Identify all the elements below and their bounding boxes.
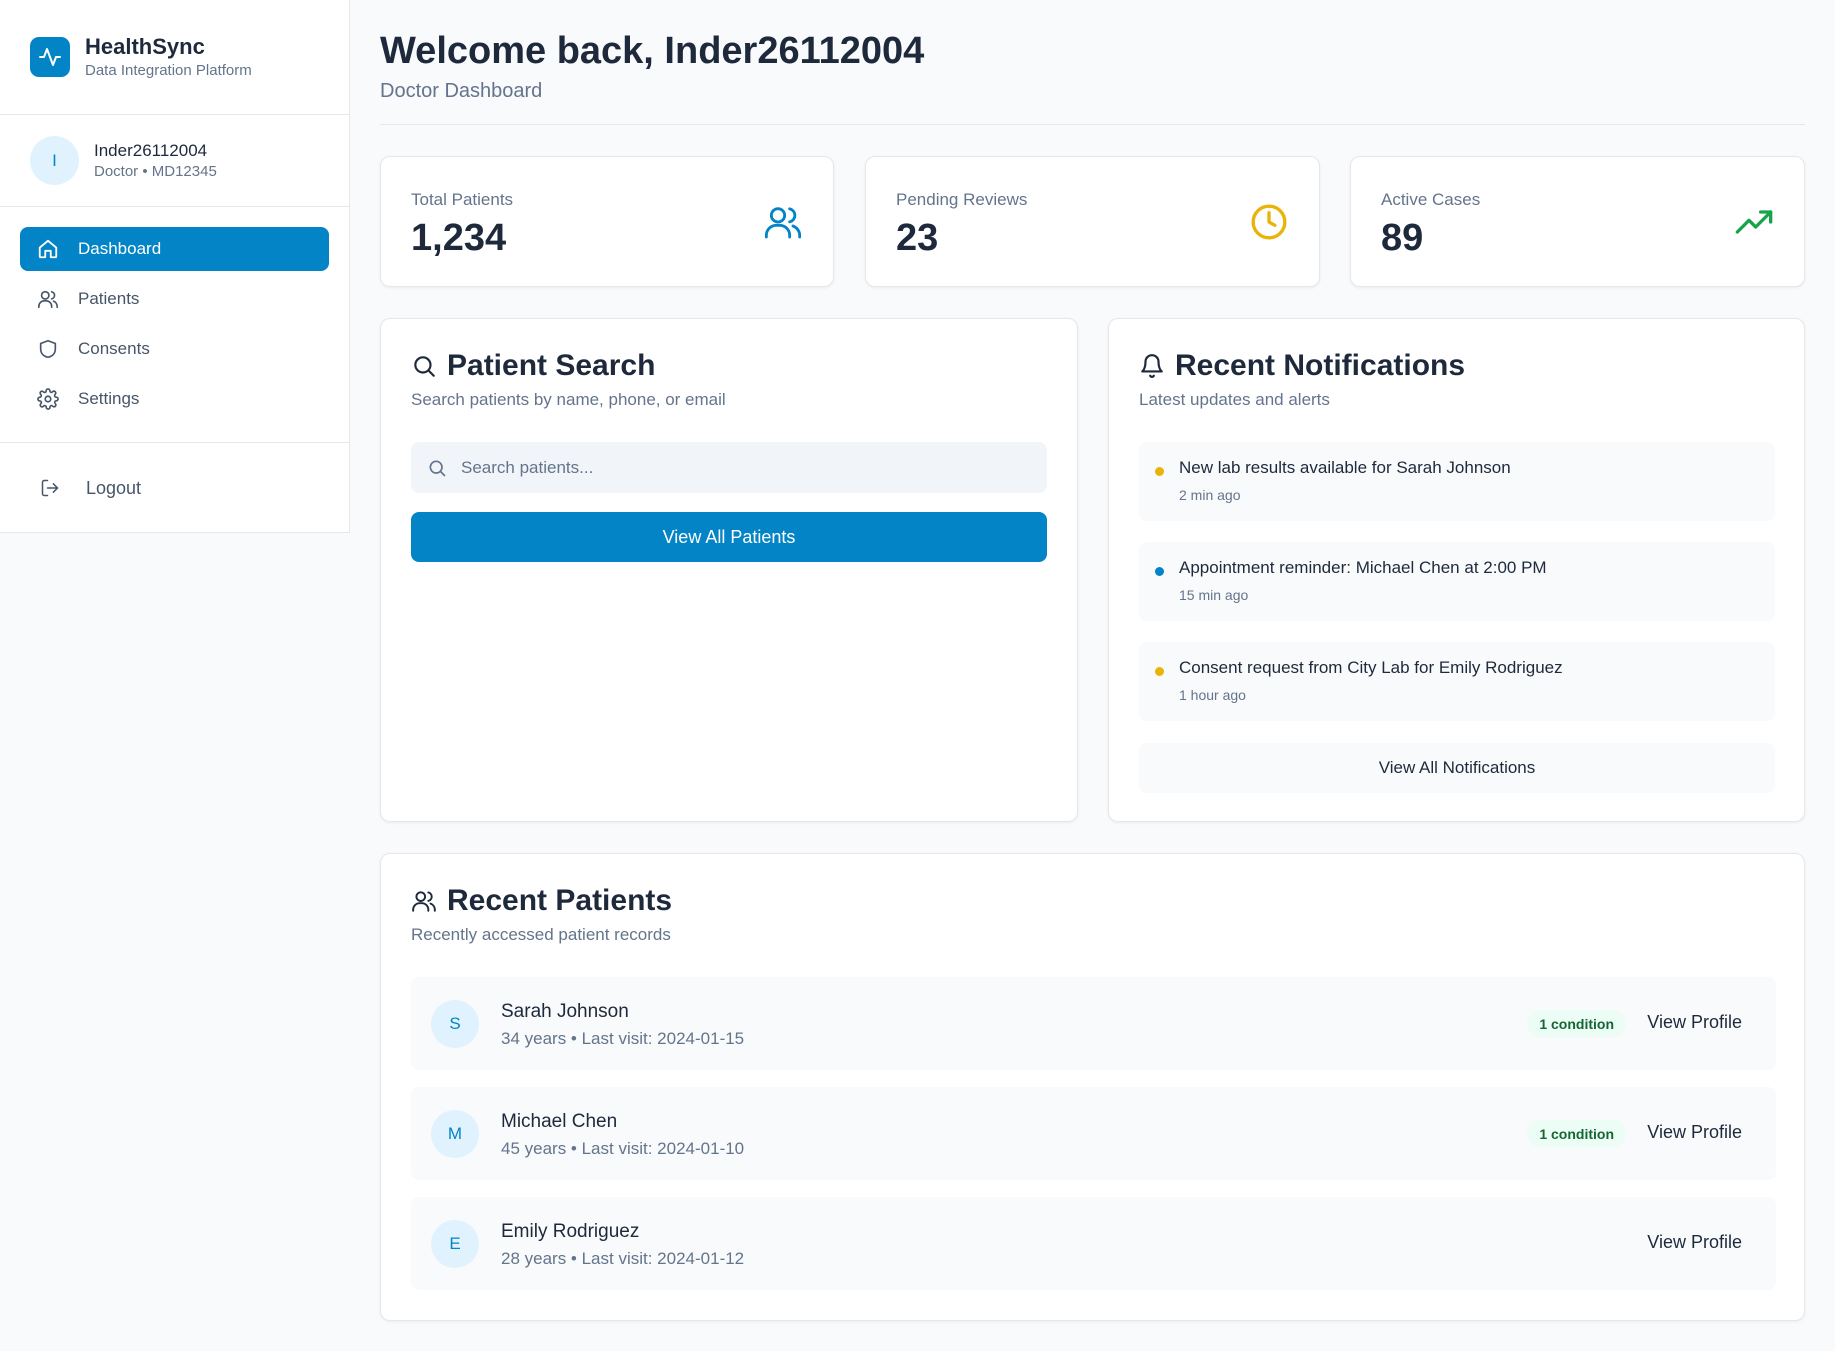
clock-icon [1249, 202, 1289, 242]
notification-item[interactable]: Appointment reminder: Michael Chen at 2:… [1139, 542, 1775, 621]
stat-value: 23 [896, 217, 939, 259]
view-profile-link[interactable]: View Profile [1647, 1012, 1742, 1033]
condition-badge: 1 condition [1527, 1120, 1626, 1147]
sidebar: HealthSync Data Integration Platform I I… [0, 0, 350, 533]
patient-meta: 28 years • Last visit: 2024-01-12 [501, 1249, 745, 1268]
search-icon [427, 458, 447, 478]
notification-item[interactable]: New lab results available for Sarah John… [1139, 442, 1775, 521]
patient-name: Emily Rodriguez [501, 1221, 640, 1242]
home-icon [36, 237, 60, 261]
logout-button[interactable]: Logout [0, 443, 349, 533]
user-profile: I Inder26112004 Doctor • MD12345 [0, 115, 349, 207]
header-divider [380, 124, 1805, 125]
card-subtitle: Recently accessed patient records [411, 925, 671, 944]
users-icon [763, 202, 803, 242]
trending-up-icon [1734, 202, 1774, 242]
logout-label: Logout [86, 477, 142, 498]
avatar: I [30, 136, 79, 185]
search-icon [411, 353, 437, 379]
notification-time: 2 min ago [1179, 487, 1241, 503]
notification-time: 15 min ago [1179, 587, 1249, 603]
card-title-text: Recent Patients [447, 884, 673, 917]
status-dot [1155, 567, 1164, 576]
activity-icon [30, 37, 70, 77]
avatar: E [431, 1220, 479, 1268]
sidebar-item-label: Dashboard [78, 239, 162, 258]
patient-name: Michael Chen [501, 1111, 618, 1132]
notification-text: Appointment reminder: Michael Chen at 2:… [1179, 558, 1547, 577]
patient-name: Sarah Johnson [501, 1001, 629, 1022]
patient-search-card: Patient Search Search patients by name, … [380, 318, 1078, 822]
user-name: Inder26112004 [94, 140, 208, 160]
card-title: Recent Patients [411, 884, 672, 918]
card-title: Patient Search [411, 349, 655, 383]
patient-meta: 34 years • Last visit: 2024-01-15 [501, 1029, 745, 1048]
shield-icon [36, 337, 60, 361]
view-all-notifications-button[interactable]: View All Notifications [1139, 743, 1775, 793]
stat-label: Total Patients [411, 190, 514, 209]
avatar: M [431, 1110, 479, 1158]
user-role: Doctor • MD12345 [94, 162, 217, 180]
view-profile-link[interactable]: View Profile [1647, 1232, 1742, 1253]
stat-card-active-cases: Active Cases 89 [1350, 156, 1805, 287]
stat-card-total-patients: Total Patients 1,234 [380, 156, 834, 287]
stat-label: Active Cases [1381, 190, 1481, 209]
sidebar-item-patients[interactable]: Patients [20, 277, 329, 321]
brand-subtitle: Data Integration Platform [85, 62, 252, 79]
stat-value: 89 [1381, 217, 1424, 259]
brand: HealthSync Data Integration Platform [0, 0, 349, 115]
status-dot [1155, 467, 1164, 476]
patient-meta: 45 years • Last visit: 2024-01-10 [501, 1139, 745, 1158]
card-subtitle: Search patients by name, phone, or email [411, 390, 726, 409]
gear-icon [36, 387, 60, 411]
stat-card-pending-reviews: Pending Reviews 23 [865, 156, 1320, 287]
view-all-patients-button[interactable]: View All Patients [411, 512, 1047, 562]
sidebar-nav: Dashboard Patients Consents Settings [0, 207, 349, 443]
card-title-text: Recent Notifications [1175, 349, 1466, 382]
patient-row[interactable]: S Sarah Johnson 34 years • Last visit: 2… [411, 977, 1776, 1070]
avatar: S [431, 1000, 479, 1048]
sidebar-item-label: Settings [78, 389, 140, 408]
brand-name: HealthSync [85, 34, 205, 59]
logout-icon [40, 478, 60, 498]
page-title: Welcome back, Inder26112004 [380, 30, 925, 72]
notification-text: New lab results available for Sarah John… [1179, 458, 1511, 477]
sidebar-item-label: Consents [78, 339, 150, 358]
patient-row[interactable]: E Emily Rodriguez 28 years • Last visit:… [411, 1197, 1776, 1290]
notifications-card: Recent Notifications Latest updates and … [1108, 318, 1805, 822]
card-title: Recent Notifications [1139, 349, 1465, 383]
bell-icon [1139, 353, 1165, 379]
view-profile-link[interactable]: View Profile [1647, 1122, 1742, 1143]
stat-value: 1,234 [411, 217, 507, 259]
condition-badge: 1 condition [1527, 1010, 1626, 1037]
sidebar-item-label: Patients [78, 289, 140, 308]
users-icon [36, 287, 60, 311]
notification-text: Consent request from City Lab for Emily … [1179, 658, 1563, 677]
stat-label: Pending Reviews [896, 190, 1028, 209]
page-subtitle: Doctor Dashboard [380, 80, 543, 102]
notification-time: 1 hour ago [1179, 687, 1246, 703]
search-field[interactable] [411, 442, 1047, 493]
status-dot [1155, 667, 1164, 676]
card-title-text: Patient Search [447, 349, 656, 382]
card-subtitle: Latest updates and alerts [1139, 390, 1330, 409]
recent-patients-card: Recent Patients Recently accessed patien… [380, 853, 1805, 1321]
patient-row[interactable]: M Michael Chen 45 years • Last visit: 20… [411, 1087, 1776, 1180]
search-input[interactable] [461, 457, 1021, 478]
notification-item[interactable]: Consent request from City Lab for Emily … [1139, 642, 1775, 721]
sidebar-item-consents[interactable]: Consents [20, 327, 329, 371]
sidebar-item-dashboard[interactable]: Dashboard [20, 227, 329, 271]
users-icon [411, 888, 437, 914]
sidebar-item-settings[interactable]: Settings [20, 377, 329, 421]
